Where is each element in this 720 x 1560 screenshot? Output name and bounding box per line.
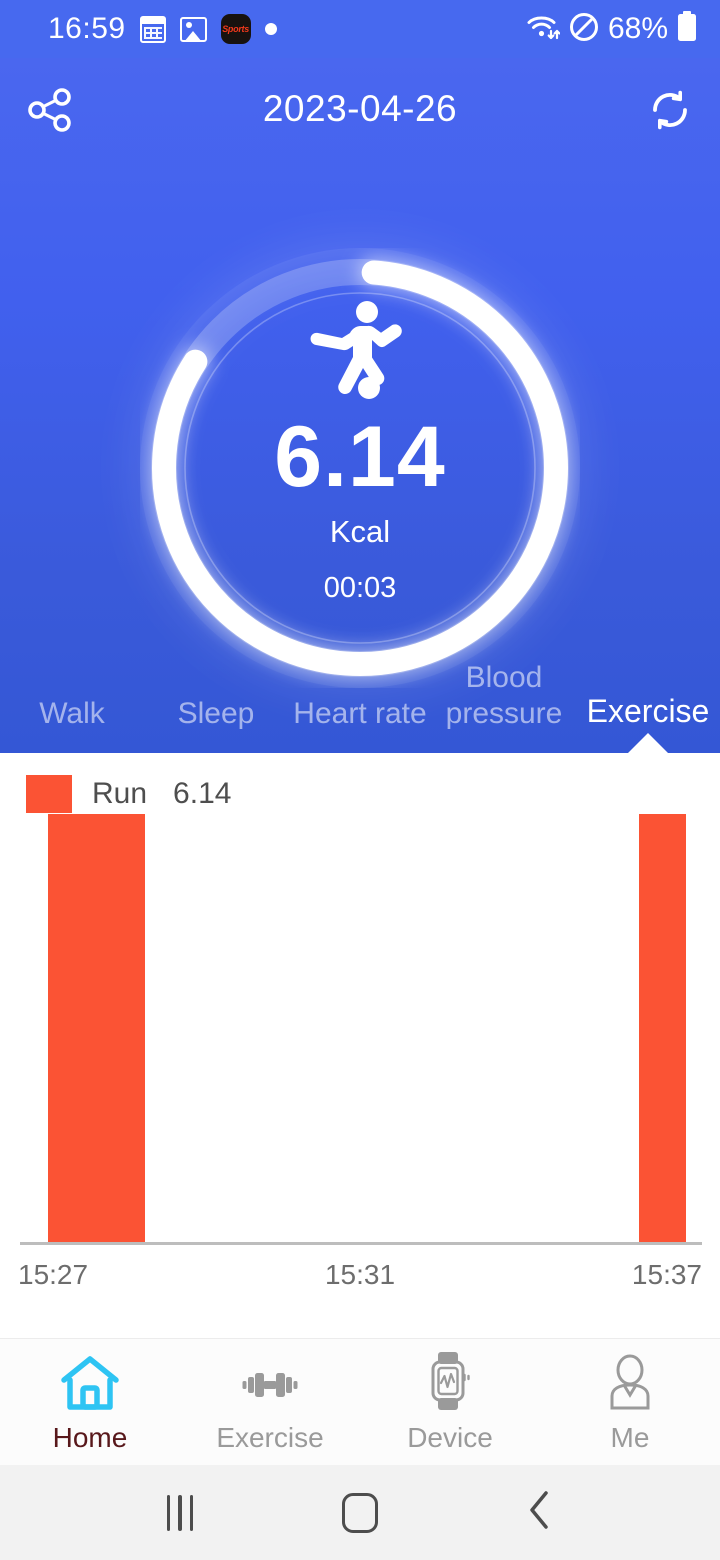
bottom-navigation: Home Exercise Device Me — [0, 1338, 720, 1465]
notification-dot — [264, 23, 277, 35]
recents-icon — [166, 1494, 194, 1531]
x-tick-label-start: 15:27 — [18, 1259, 89, 1290]
tab-exercise[interactable]: Exercise — [576, 693, 720, 753]
calorie-unit: Kcal — [329, 514, 391, 550]
bar-item — [48, 814, 146, 1242]
tab-heart-rate-label: Heart rate — [293, 696, 427, 730]
home-button[interactable] — [317, 1470, 403, 1556]
active-tab-pointer — [628, 733, 668, 753]
sync-button[interactable] — [642, 84, 698, 140]
metric-tabs: Walk Sleep Heart rate Blood pressure Exe… — [0, 653, 720, 753]
nav-item-me[interactable]: Me — [540, 1350, 720, 1454]
tab-walk[interactable]: Walk — [0, 696, 144, 753]
back-button[interactable] — [497, 1470, 583, 1556]
home-square-icon — [342, 1492, 378, 1533]
photo-icon — [179, 16, 207, 42]
status-bar: 16:59 Sports 68% — [0, 0, 720, 58]
status-bar-left: 16:59 Sports — [48, 14, 277, 44]
soccer-player-icon — [140, 298, 580, 402]
dumbbell-icon — [239, 1350, 301, 1412]
calendar-icon — [139, 15, 166, 43]
recents-button[interactable] — [137, 1470, 223, 1556]
x-tick-label-mid: 15:31 — [324, 1259, 396, 1290]
sync-icon — [644, 84, 696, 141]
tab-blood-pressure[interactable]: Blood pressure — [432, 660, 576, 753]
status-time: 16:59 — [48, 12, 126, 45]
nav-item-me-label: Me — [610, 1422, 650, 1453]
tab-sleep-label: Sleep — [177, 696, 255, 730]
sports-app-icon: Sports — [220, 14, 251, 44]
tab-sleep[interactable]: Sleep — [144, 696, 288, 753]
nav-item-home[interactable]: Home — [0, 1350, 180, 1454]
nav-item-home-label: Home — [52, 1422, 128, 1453]
person-icon — [604, 1350, 656, 1412]
nav-item-device[interactable]: Device — [360, 1350, 540, 1454]
tab-heart-rate[interactable]: Heart rate — [288, 696, 432, 753]
do-not-disturb-icon — [568, 11, 600, 48]
calorie-value: 6.14 — [274, 409, 446, 505]
chart-legend: Run 6.14 — [0, 753, 720, 813]
sports-app-badge-text: Sports — [222, 24, 249, 34]
nav-item-device-label: Device — [407, 1422, 493, 1453]
bar-item — [638, 814, 687, 1242]
page-title: 2023-04-26 — [262, 88, 458, 129]
ring-center-content: 6.14 Kcal 00:03 — [140, 298, 580, 605]
nav-item-exercise[interactable]: Exercise — [180, 1350, 360, 1454]
status-bar-right: 68% — [526, 10, 698, 48]
legend-value: 6.14 — [173, 777, 232, 810]
legend-label: Run — [92, 777, 148, 810]
x-tick-label-end: 15:37 — [631, 1259, 702, 1290]
home-icon — [59, 1350, 121, 1412]
nav-item-exercise-label: Exercise — [216, 1422, 324, 1453]
battery-icon — [676, 10, 698, 48]
battery-percent-text: 68% — [607, 12, 668, 45]
exercise-duration: 00:03 — [323, 572, 397, 605]
x-axis-line — [20, 1242, 702, 1245]
tab-walk-label: Walk — [39, 696, 105, 730]
bar-series — [0, 814, 720, 1242]
smartwatch-icon — [425, 1350, 475, 1412]
wifi-icon — [526, 12, 561, 47]
x-axis-labels: 15:27 15:31 15:37 — [0, 1247, 720, 1291]
back-chevron-icon — [520, 1487, 560, 1538]
tab-exercise-label: Exercise — [586, 693, 710, 730]
legend-color-swatch — [26, 775, 72, 813]
calorie-progress-ring: 6.14 Kcal 00:03 — [140, 248, 580, 688]
tab-blood-pressure-label: Blood pressure — [445, 661, 563, 730]
exercise-chart-panel: Run 6.14 15:27 15:31 15:37 — [0, 753, 720, 1338]
app-header: 2023-04-26 — [0, 58, 720, 166]
system-navigation-bar — [0, 1465, 720, 1560]
bar-chart: 15:27 15:31 15:37 — [0, 814, 720, 1293]
hero-section: 2023-04-26 6.14 Kcal 00:03 Walk Sleep He… — [0, 58, 720, 753]
